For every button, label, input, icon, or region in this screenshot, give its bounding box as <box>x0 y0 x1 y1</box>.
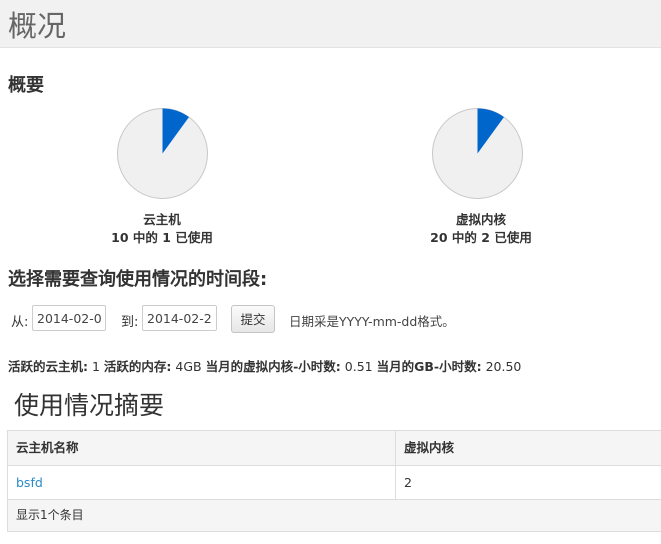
usage-stats: 活跃的云主机: 1 活跃的内存: 4GB 当月的虚拟内核-小时数: 0.51 当… <box>8 356 521 375</box>
instance-name-cell: bsfd <box>8 466 396 499</box>
vcpu-hours-label: 当月的虚拟内核-小时数: <box>205 359 341 374</box>
usage-summary-table: 云主机名称 虚拟内核 bsfd 2 显示1个条目 <box>7 430 661 532</box>
active-memory-value: 4GB <box>175 359 202 374</box>
vcpus-cell: 2 <box>404 475 412 490</box>
column-header-instance-name[interactable]: 云主机名称 <box>8 431 396 465</box>
start-date-input[interactable] <box>32 305 106 331</box>
date-range-heading: 选择需要查询使用情况的时间段: <box>8 269 268 290</box>
gb-hours-value: 20.50 <box>485 359 522 374</box>
vcpus-pie-chart <box>432 108 523 199</box>
to-label: 到: <box>121 315 139 330</box>
end-date-input[interactable] <box>142 305 217 331</box>
instances-pie-chart <box>117 108 208 199</box>
column-header-vcpus[interactable]: 虚拟内核 <box>396 431 661 465</box>
page-header: 概况 <box>0 0 661 48</box>
active-instances-label: 活跃的云主机: <box>8 359 88 374</box>
vcpus-usage-label: 虚拟内核 20 中的 2 已使用 <box>381 211 581 247</box>
overview-heading: 概要 <box>8 75 44 96</box>
instances-chart-title: 云主机 <box>143 212 181 227</box>
active-instances-value: 1 <box>91 359 100 374</box>
date-format-hint: 日期采是YYYY-mm-dd格式。 <box>289 314 455 329</box>
vcpus-usage-text: 20 中的 2 已使用 <box>430 230 532 245</box>
instances-usage-label: 云主机 10 中的 1 已使用 <box>62 211 262 247</box>
submit-button[interactable]: 提交 <box>231 305 275 333</box>
active-memory-label: 活跃的内存: <box>103 359 172 374</box>
instance-link[interactable]: bsfd <box>16 475 43 490</box>
from-label: 从: <box>11 315 29 330</box>
page-title: 概况 <box>8 9 67 43</box>
table-row: bsfd 2 <box>8 466 661 500</box>
vcpu-hours-value: 0.51 <box>344 359 373 374</box>
table-header-row: 云主机名称 虚拟内核 <box>8 431 661 466</box>
table-footer: 显示1个条目 <box>8 500 661 531</box>
instances-usage-text: 10 中的 1 已使用 <box>111 230 213 245</box>
vcpus-chart-title: 虚拟内核 <box>455 212 506 227</box>
usage-summary-heading: 使用情况摘要 <box>14 391 165 420</box>
gb-hours-label: 当月的GB-小时数: <box>376 359 482 374</box>
